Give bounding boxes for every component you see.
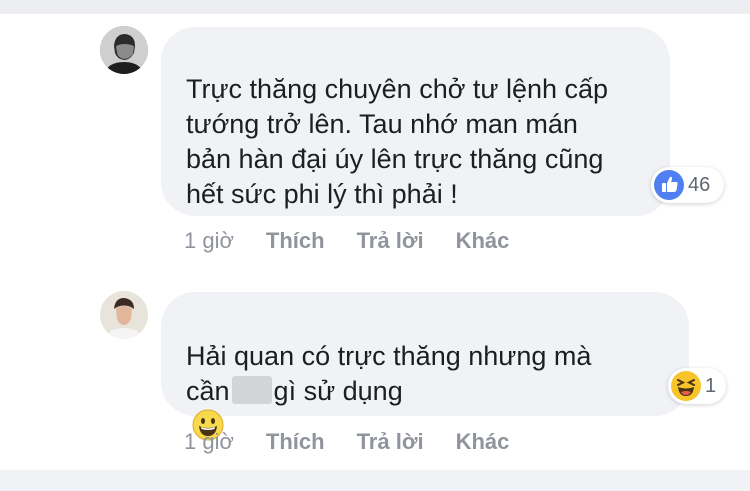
- redacted-word: [231, 376, 272, 404]
- comment-meta-1: 1 giờ Thích Trả lời Khác: [184, 228, 541, 254]
- reaction-count-2: 1: [705, 374, 717, 397]
- comment-text-2-part-2: gì sử dụng: [273, 376, 403, 406]
- reaction-summary-1[interactable]: 46: [651, 167, 724, 203]
- avatar-user-2[interactable]: [100, 291, 148, 339]
- reply-button-1[interactable]: Trả lời: [357, 228, 424, 254]
- like-button-2[interactable]: Thích: [266, 429, 325, 455]
- comment-meta-2: 1 giờ Thích Trả lời Khác: [184, 429, 541, 455]
- more-button-1[interactable]: Khác: [456, 228, 510, 254]
- reply-button-2[interactable]: Trả lời: [357, 429, 424, 455]
- like-button-1[interactable]: Thích: [266, 228, 325, 254]
- like-icon: [654, 170, 684, 200]
- avatar-user-1[interactable]: [100, 26, 148, 74]
- reaction-count-1: 46: [688, 173, 711, 196]
- haha-icon: [671, 371, 701, 401]
- top-divider-band: [0, 0, 750, 14]
- comment-bubble-2: Hải quan có trực thăng nhưng mà cần gì sử…: [161, 292, 689, 441]
- comment-time-2[interactable]: 1 giờ: [184, 429, 234, 455]
- comment-bubble-1: Trực thăng chuyên chở tư lệnh cấp tướng …: [161, 27, 670, 216]
- comment-text-1: Trực thăng chuyên chở tư lệnh cấp tướng …: [186, 74, 609, 209]
- reaction-summary-2[interactable]: 1: [668, 368, 726, 404]
- more-button-2[interactable]: Khác: [456, 429, 510, 455]
- comment-time-1[interactable]: 1 giờ: [184, 228, 234, 254]
- bottom-divider-band: [0, 470, 750, 491]
